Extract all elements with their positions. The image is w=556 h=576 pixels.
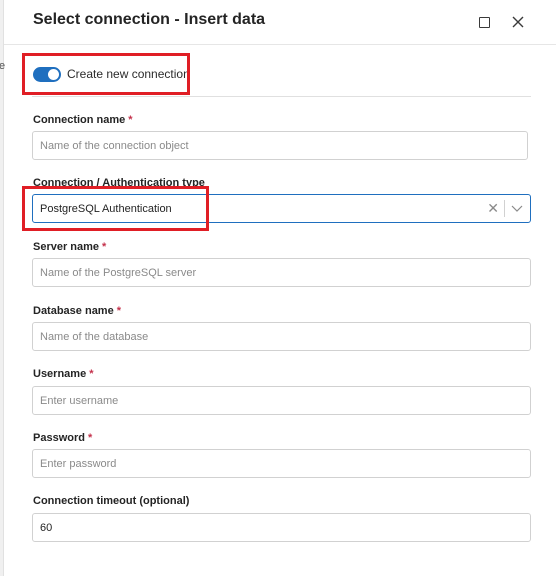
timeout-label: Connection timeout (optional) bbox=[33, 495, 190, 507]
database-name-input[interactable] bbox=[32, 322, 531, 351]
dialog-title: Select connection - Insert data bbox=[33, 11, 266, 28]
server-name-label: Server name * bbox=[33, 241, 107, 253]
password-input[interactable] bbox=[32, 449, 531, 478]
connection-name-input[interactable] bbox=[32, 131, 528, 160]
password-label: Password * bbox=[33, 432, 93, 444]
chevron-down-icon[interactable] bbox=[511, 202, 523, 214]
timeout-input[interactable] bbox=[32, 513, 531, 542]
database-name-label: Database name * bbox=[33, 305, 121, 317]
required-marker: * bbox=[89, 368, 94, 380]
section-divider bbox=[32, 96, 531, 97]
connection-name-label: Connection name * bbox=[33, 114, 133, 126]
required-marker: * bbox=[87, 432, 93, 444]
close-icon bbox=[512, 16, 524, 28]
required-marker: * bbox=[128, 114, 133, 126]
maximize-icon bbox=[478, 16, 490, 28]
clear-icon[interactable]: ✕ bbox=[487, 200, 499, 216]
highlight-box-toggle bbox=[22, 53, 190, 95]
username-input[interactable] bbox=[32, 386, 531, 415]
select-divider bbox=[504, 200, 505, 217]
highlight-box-auth-type bbox=[22, 186, 209, 231]
required-marker: * bbox=[102, 241, 107, 253]
dialog-header: Select connection - Insert data bbox=[4, 0, 556, 45]
username-label: Username * bbox=[33, 368, 94, 380]
maximize-button[interactable] bbox=[471, 10, 497, 34]
close-button[interactable] bbox=[505, 10, 531, 34]
server-name-input[interactable] bbox=[32, 258, 531, 287]
required-marker: * bbox=[116, 305, 121, 317]
background-text-fragment: e bbox=[0, 60, 6, 72]
background-window-edge: e bbox=[0, 0, 6, 576]
